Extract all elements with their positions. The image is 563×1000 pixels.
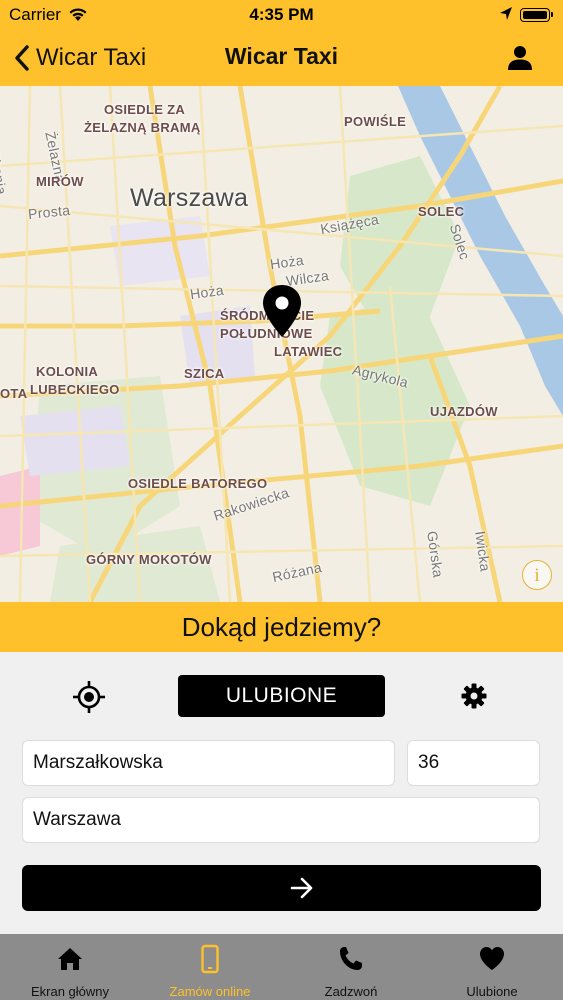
user-profile-icon[interactable] <box>506 44 534 72</box>
map-label-city: Warszawa <box>130 184 249 212</box>
heart-icon <box>480 947 504 970</box>
favorites-button[interactable]: ULUBIONE <box>178 675 385 717</box>
map-label: POWIŚLE <box>344 114 407 129</box>
submit-button[interactable] <box>22 865 541 911</box>
battery-icon <box>520 8 553 22</box>
map-label: SOLEC <box>418 204 465 219</box>
destination-heading: Dokąd jedziemy? <box>0 602 563 652</box>
navigation-bar: Wicar Taxi Wicar Taxi <box>0 30 563 86</box>
map-label: UJAZDÓW <box>430 404 498 419</box>
map-view[interactable]: OSIEDLE ZA ŻELAZNĄ BRAMĄ POWIŚLE Wronia … <box>0 86 563 602</box>
tab-label: Ulubione <box>466 984 518 999</box>
map-label: LUBECKIEGO <box>30 382 120 397</box>
home-icon <box>58 948 82 970</box>
city-input[interactable]: Warszawa <box>22 797 540 843</box>
map-info-button[interactable]: i <box>522 560 552 590</box>
map-label: SZICA <box>184 366 225 381</box>
destination-form: ULUBIONE Marszałkowska 36 Warszawa <box>0 652 563 934</box>
location-pin-icon[interactable] <box>262 284 302 338</box>
map-label: GÓRNY MOKOTÓW <box>86 552 212 567</box>
map-label: MIRÓW <box>36 174 84 189</box>
tab-favorites[interactable]: Ulubione <box>422 934 562 1000</box>
street-input[interactable]: Marszałkowska <box>22 740 395 786</box>
current-location-icon[interactable] <box>72 680 106 714</box>
map-label: LATAWIEC <box>274 344 343 359</box>
clock: 4:35 PM <box>249 5 314 24</box>
gear-icon[interactable] <box>461 683 487 709</box>
status-bar: Carrier 4:35 PM <box>0 0 563 30</box>
tab-label: Zamów online <box>169 984 251 999</box>
map-label: OSIEDLE BATOREGO <box>128 476 268 491</box>
tab-call[interactable]: Zadzwoń <box>281 934 421 1000</box>
phone-call-icon <box>340 947 362 970</box>
map-label: KOLONIA <box>36 364 99 379</box>
tab-order-online[interactable]: Zamów online <box>140 934 280 1000</box>
map-label: OTA <box>0 386 28 401</box>
tab-bar: Ekran główny Zamów online Zadzwoń Ulubio… <box>0 934 563 1000</box>
phone-device-icon <box>201 944 219 974</box>
tab-home[interactable]: Ekran główny <box>0 934 140 1000</box>
map-label: ŻELAZNĄ BRAMĄ <box>84 120 201 135</box>
arrow-right-icon <box>290 877 313 899</box>
back-button[interactable]: Wicar Taxi <box>14 40 146 76</box>
location-arrow-icon <box>500 7 512 20</box>
chevron-left-icon <box>15 45 29 71</box>
tab-label: Zadzwoń <box>324 984 378 999</box>
house-number-input[interactable]: 36 <box>407 740 540 786</box>
tab-label: Ekran główny <box>30 984 110 999</box>
back-label: Wicar Taxi <box>36 44 147 71</box>
map-label: OSIEDLE ZA <box>104 102 186 117</box>
